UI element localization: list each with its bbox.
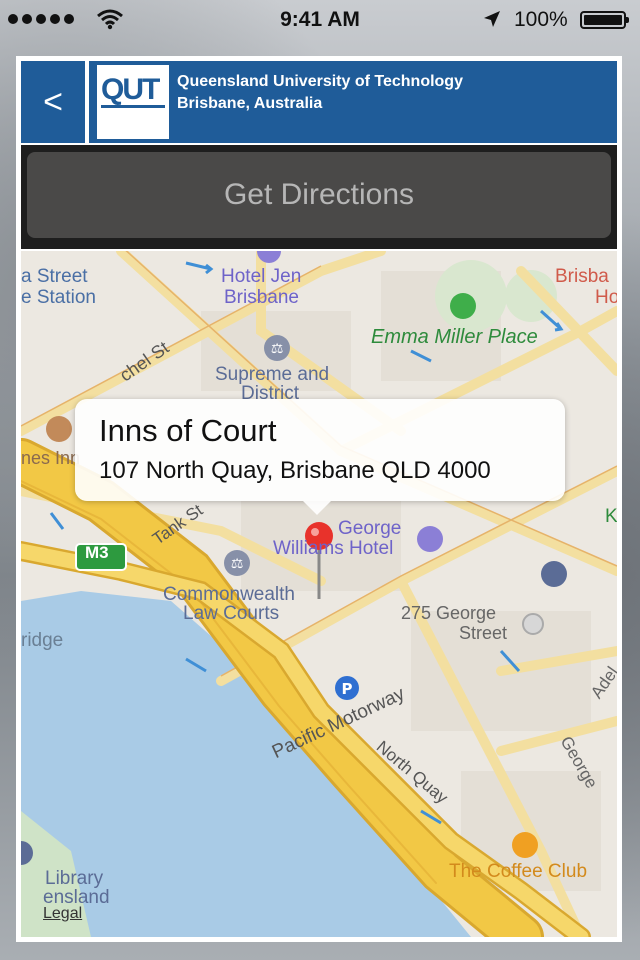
map-label: Hotel Jen: [221, 266, 302, 287]
map-label: The Coffee Club: [449, 861, 588, 882]
legal-link[interactable]: Legal: [43, 905, 82, 923]
location-callout[interactable]: Inns of Court 107 North Quay, Brisbane Q…: [75, 399, 565, 515]
map-label: e Station: [21, 287, 96, 308]
map-label: Tank St: [149, 500, 207, 549]
brand-banner: QUT Queensland University of Technology …: [89, 61, 617, 143]
map-label: nes Inn: [21, 448, 81, 468]
map-view[interactable]: ⚖ ⚖ P a Street e Station Hotel Jen Brisb…: [21, 251, 617, 937]
map-label: Williams Hotel: [273, 538, 394, 559]
map-label: Ho: [595, 287, 617, 308]
status-bar: 9:41 AM 100%: [0, 0, 640, 40]
map-label: ridge: [21, 630, 64, 651]
map-label: Brisbane: [224, 287, 299, 308]
map-label: chel St: [116, 337, 173, 386]
location-arrow-icon: [484, 11, 500, 27]
header: < QUT Queensland University of Technolog…: [21, 61, 617, 143]
m3-label: M3: [85, 543, 109, 562]
map-label: North Quay: [372, 737, 452, 808]
map-label: Emma Miller Place: [371, 326, 538, 348]
map-label: Adel: [587, 663, 617, 702]
map-label: Street: [459, 623, 508, 643]
directions-bar: Get Directions: [21, 145, 617, 249]
map-label: a Street: [21, 266, 88, 287]
university-name: Queensland University of Technology: [177, 73, 463, 90]
map-label: 275 George: [401, 603, 497, 623]
back-button[interactable]: <: [21, 61, 85, 143]
map-label: K: [605, 506, 617, 527]
map-label: George: [338, 518, 402, 539]
map-labels: a Street e Station Hotel Jen Brisbane Br…: [21, 251, 617, 937]
callout-title: Inns of Court: [99, 413, 277, 448]
get-directions-button[interactable]: Get Directions: [27, 152, 611, 238]
logo-underline: [101, 105, 165, 108]
qut-logo: QUT: [97, 65, 169, 139]
logo-text: QUT: [101, 73, 160, 106]
callout-address: 107 North Quay, Brisbane QLD 4000: [99, 457, 491, 484]
map-label: Brisba: [555, 266, 609, 287]
battery-icon: [580, 11, 629, 29]
map-label: Law Courts: [183, 603, 280, 624]
app-frame: < QUT Queensland University of Technolog…: [16, 56, 622, 942]
university-location: Brisbane, Australia: [177, 95, 323, 112]
map-label: George: [556, 733, 602, 792]
battery-percent: 100%: [514, 8, 568, 31]
